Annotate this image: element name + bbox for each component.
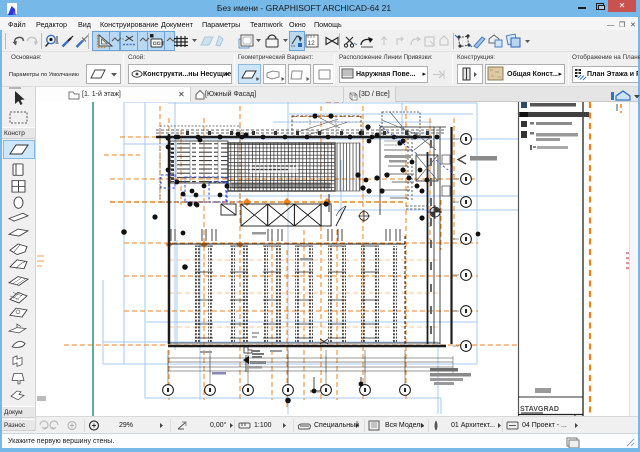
svg-text:12: 12 xyxy=(308,40,316,47)
svg-text:STAVGRAD: STAVGRAD xyxy=(520,406,559,413)
